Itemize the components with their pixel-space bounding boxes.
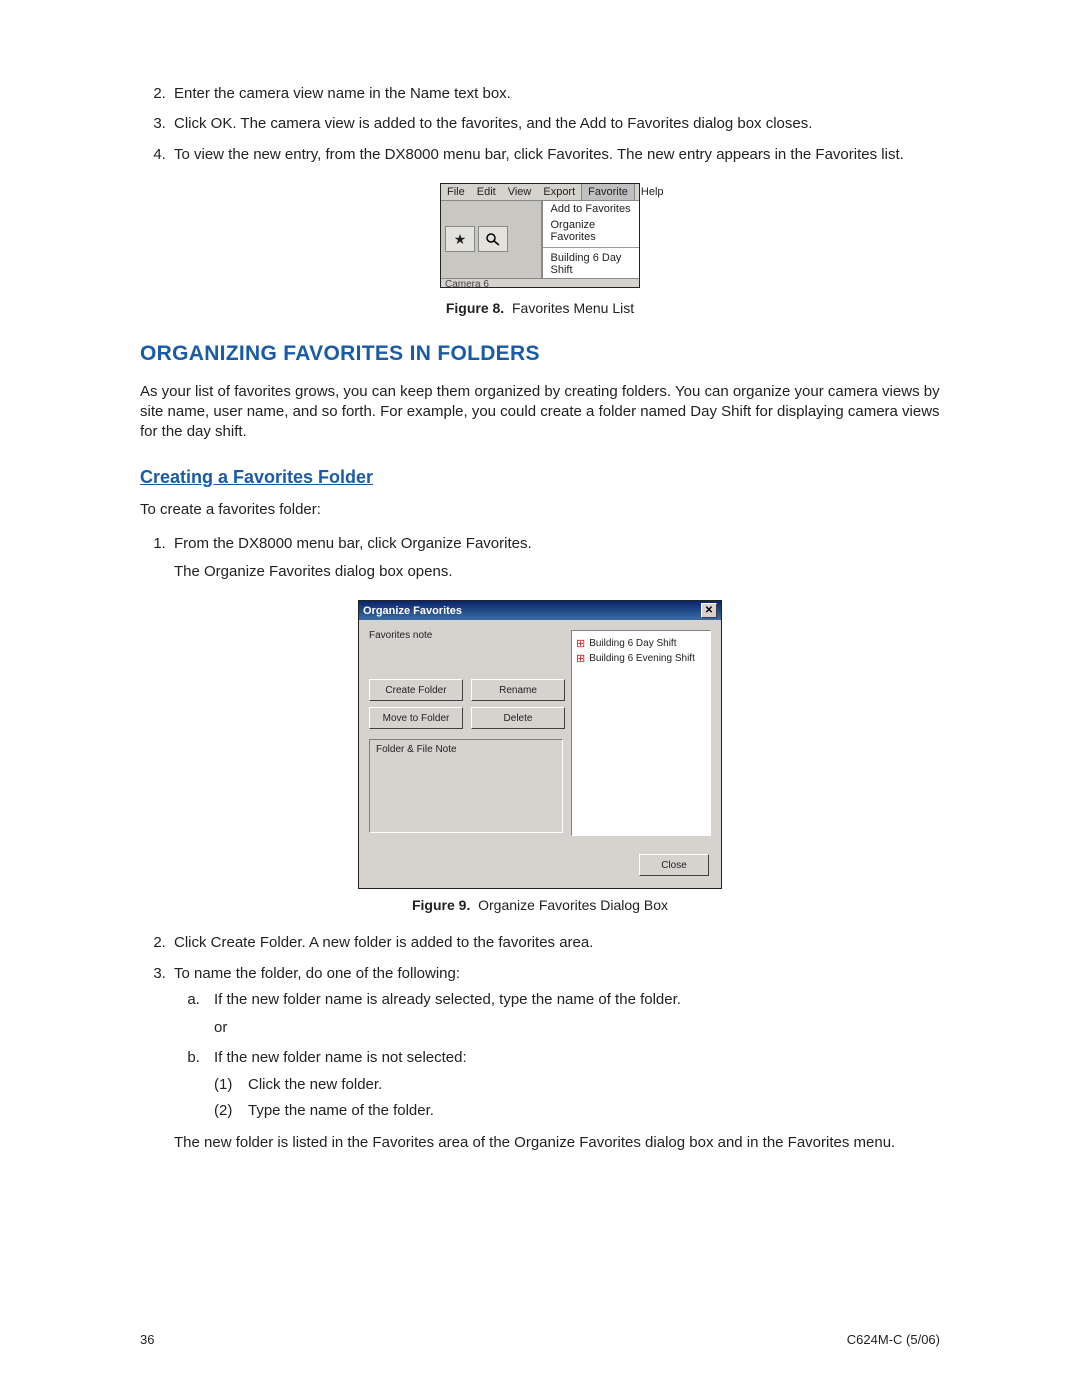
grid-icon: ⊞: [576, 652, 585, 665]
dialog-titlebar: Organize Favorites ✕: [359, 601, 721, 620]
paren-marker: (2): [214, 1101, 248, 1121]
step-b3: To name the folder, do one of the follow…: [170, 964, 940, 1154]
step-2: Enter the camera view name in the Name t…: [170, 84, 940, 104]
heading-creating: Creating a Favorites Folder: [140, 467, 940, 488]
doc-id: C624M-C (5/06): [847, 1332, 940, 1347]
para-organizing: As your list of favorites grows, you can…: [140, 382, 940, 443]
step-mid-1-sub: The Organize Favorites dialog box opens.: [174, 562, 940, 582]
step-b3a-text: If the new folder name is already select…: [214, 991, 681, 1008]
step-b3a: If the new folder name is already select…: [204, 990, 940, 1039]
toolbar: ★: [441, 201, 542, 278]
favorites-tree[interactable]: ⊞ Building 6 Day Shift ⊞ Building 6 Even…: [571, 630, 711, 836]
step-b3b-1-text: Click the new folder.: [248, 1075, 382, 1095]
step-mid-1-text: From the DX8000 menu bar, click Organize…: [174, 535, 532, 552]
figure8-caption-text: Favorites Menu List: [512, 300, 634, 316]
move-button[interactable]: Move to Folder: [369, 707, 463, 729]
tree-item[interactable]: ⊞ Building 6 Evening Shift: [576, 652, 706, 665]
figure-8: File Edit View Export Favorite Help ★ Ad…: [140, 183, 940, 316]
step-b3b-1: (1) Click the new folder.: [214, 1075, 940, 1095]
page-footer: 36 C624M-C (5/06): [140, 1332, 940, 1347]
menu-edit[interactable]: Edit: [471, 184, 502, 200]
menu-file[interactable]: File: [441, 184, 471, 200]
create-folder-button[interactable]: Create Folder: [369, 679, 463, 701]
label-favnote: Favorites note: [369, 630, 563, 641]
step-4: To view the new entry, from the DX8000 m…: [170, 145, 940, 165]
favorites-dropdown: Add to Favorites Organize Favorites Buil…: [542, 201, 640, 278]
figure9-caption: Figure 9. Organize Favorites Dialog Box: [140, 897, 940, 913]
page-number: 36: [140, 1332, 154, 1347]
figure9-caption-prefix: Figure 9.: [412, 897, 470, 913]
search-icon[interactable]: [478, 226, 508, 252]
figure9-caption-text: Organize Favorites Dialog Box: [478, 897, 668, 913]
step-b3a-or: or: [214, 1018, 940, 1038]
step-3: Click OK. The camera view is added to th…: [170, 114, 940, 134]
grid-icon: ⊞: [576, 637, 585, 650]
menu-help[interactable]: Help: [635, 184, 670, 200]
dd-add-favorites[interactable]: Add to Favorites: [543, 201, 640, 217]
label-filenote: Folder & File Note: [376, 744, 457, 755]
close-button[interactable]: Close: [639, 854, 709, 876]
menubar: File Edit View Export Favorite Help: [441, 184, 639, 201]
tab-strip: Camera 6: [441, 278, 639, 287]
numbered-list-mid: From the DX8000 menu bar, click Organize…: [140, 534, 940, 583]
heading-organizing: ORGANIZING FAVORITES IN FOLDERS: [140, 342, 940, 366]
step-b3b-text: If the new folder name is not selected:: [214, 1049, 467, 1066]
close-icon[interactable]: ✕: [701, 603, 717, 618]
step-b2: Click Create Folder. A new folder is add…: [170, 933, 940, 953]
favorites-menu-mock: File Edit View Export Favorite Help ★ Ad…: [440, 183, 640, 288]
person-icon[interactable]: ★: [445, 226, 475, 252]
paren-marker: (1): [214, 1075, 248, 1095]
numbered-list-bottom: Click Create Folder. A new folder is add…: [140, 933, 940, 1153]
step-b3b: If the new folder name is not selected: …: [204, 1048, 940, 1121]
figure-9: Organize Favorites ✕ Favorites note Crea…: [140, 600, 940, 913]
dd-organize-favorites[interactable]: Organize Favorites: [543, 217, 640, 245]
step-b3b-2: (2) Type the name of the folder.: [214, 1101, 940, 1121]
figure8-caption-prefix: Figure 8.: [446, 300, 504, 316]
organize-favorites-dialog: Organize Favorites ✕ Favorites note Crea…: [358, 600, 722, 889]
tree-item-label: Building 6 Evening Shift: [589, 653, 695, 664]
step-mid-1: From the DX8000 menu bar, click Organize…: [170, 534, 940, 583]
delete-button[interactable]: Delete: [471, 707, 565, 729]
rename-button[interactable]: Rename: [471, 679, 565, 701]
step-b3b-2-text: Type the name of the folder.: [248, 1101, 434, 1121]
figure8-caption: Figure 8. Favorites Menu List: [140, 300, 940, 316]
step-b3-text: To name the folder, do one of the follow…: [174, 965, 460, 982]
menu-view[interactable]: View: [502, 184, 538, 200]
tree-item-label: Building 6 Day Shift: [589, 638, 676, 649]
dialog-title: Organize Favorites: [363, 605, 462, 617]
tree-item[interactable]: ⊞ Building 6 Day Shift: [576, 637, 706, 650]
numbered-list-top: Enter the camera view name in the Name t…: [140, 84, 940, 165]
dd-building6[interactable]: Building 6 Day Shift: [543, 250, 640, 278]
menu-favorite[interactable]: Favorite: [581, 184, 635, 200]
menu-export[interactable]: Export: [537, 184, 581, 200]
para-create-intro: To create a favorites folder:: [140, 500, 940, 520]
file-note-box: Folder & File Note: [369, 739, 563, 833]
step-b-tail: The new folder is listed in the Favorite…: [174, 1133, 940, 1153]
